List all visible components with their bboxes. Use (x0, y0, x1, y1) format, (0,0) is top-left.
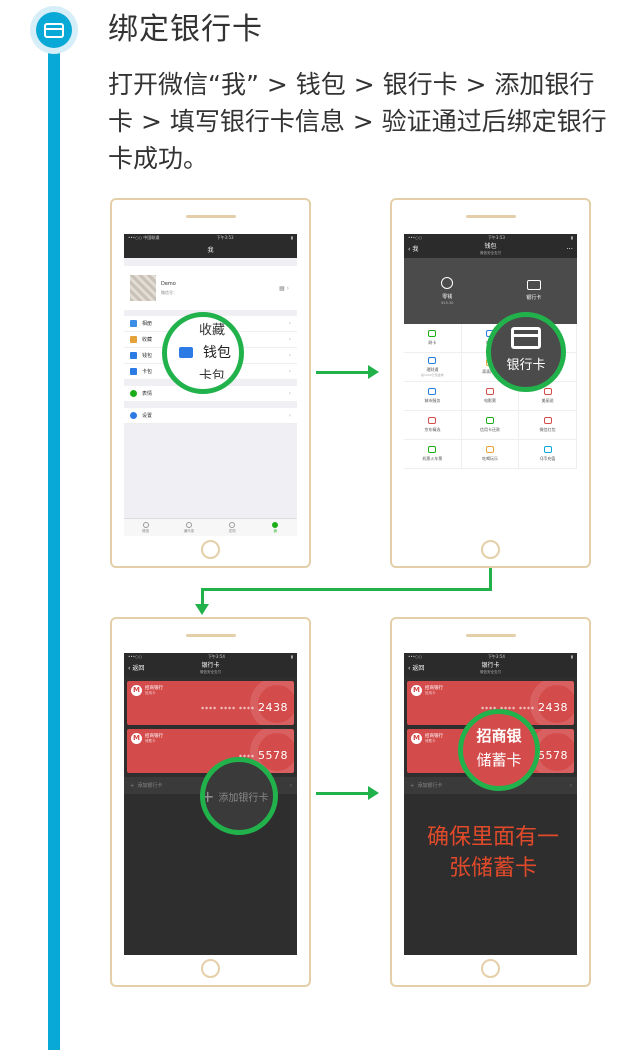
profile-wechat-id: 微信号： (161, 289, 177, 295)
step-badge (30, 6, 78, 54)
compass-icon (229, 521, 236, 528)
service-icon (428, 417, 437, 424)
service-icon (428, 388, 437, 395)
wallet-icon (130, 352, 137, 359)
favorites-icon (130, 336, 137, 343)
timeline-bar (48, 34, 60, 1050)
service-icon (543, 446, 552, 453)
service-icon (485, 446, 494, 453)
wallet-service-item[interactable]: 微信红包 (519, 411, 577, 440)
status-time: 下午3:53 (216, 235, 234, 240)
gear-icon (130, 412, 137, 419)
arrow-right-2 (316, 792, 368, 795)
wallet-service-item[interactable]: 京东精选 (404, 411, 462, 440)
wallet-service-item[interactable]: 吃喝玩乐 (461, 440, 520, 469)
nav-title: 钱包 (484, 242, 497, 250)
bank-card-icon (44, 22, 64, 38)
magnifier-debit-card: 招商银 储蓄卡 (458, 709, 540, 791)
home-button (481, 540, 500, 559)
wallet-service-item[interactable]: 机票火车票 (404, 440, 462, 469)
person-icon (272, 521, 279, 528)
service-icon (543, 417, 552, 424)
tab-discover[interactable]: 发现 (211, 519, 254, 536)
phone-wallet-screen: •••○○ 下午3:53 ▮ ‹ 我 钱包 微信安全支付 ··· 零钱 ¥15.30 … (390, 198, 591, 568)
wallet-service-item[interactable]: 理财通 赢1000元现金券 (404, 353, 462, 382)
back-button[interactable]: ‹ 返回 (128, 665, 144, 672)
qr-code-icon[interactable]: ▦ › (279, 285, 289, 292)
phone-debit-card-screen: •••○○下午3:54▮ ‹ 返回 银行卡 微信安全支付 招商银行 信用卡 **… (390, 617, 591, 987)
note-text: 确保里面有一张储蓄卡 (426, 825, 559, 881)
nav-title: 银行卡 (201, 661, 220, 669)
service-icon (485, 417, 494, 424)
more-icon[interactable]: ··· (566, 246, 573, 253)
wallet-service-item[interactable]: 城市服务 (404, 382, 462, 411)
tab-contacts[interactable]: 通讯录 (167, 519, 210, 536)
magnifier-add-card: + 添加银行卡 (200, 757, 278, 835)
service-icon (428, 357, 437, 364)
arrow-elbow (489, 568, 492, 590)
emoji-icon (130, 390, 137, 397)
bank-card-icon (511, 327, 541, 349)
magnifier-bank-card: 银行卡 (486, 312, 566, 392)
profile-row[interactable]: Demo 微信号： ▦ › (124, 266, 297, 310)
plus-icon: + (201, 786, 215, 806)
profile-name: Demo (161, 280, 176, 287)
step-description: 打开微信“我” > 钱包 > 银行卡 > 添加银行卡 > 填写银行卡信息 > 验… (108, 70, 607, 173)
chat-icon (142, 521, 149, 528)
arrow-right-1 (316, 371, 368, 374)
tab-chats[interactable]: 微信 (124, 519, 167, 536)
back-button[interactable]: ‹ 我 (408, 246, 418, 253)
bank-card-credit[interactable]: 招商银行 信用卡 **** **** ****2438 (127, 681, 294, 725)
phone-me-screen: •••○○ 中国联通 下午3:53 ▮ 我 Demo 微信号： ▦ › 相册 › 收藏 ›… (110, 198, 311, 568)
service-icon (485, 388, 494, 395)
cmb-logo-icon (131, 733, 142, 744)
step-title: 绑定银行卡 (108, 12, 263, 47)
wallet-change[interactable]: 零钱 ¥15.30 (404, 258, 491, 324)
bank-card-icon (526, 280, 541, 290)
wallet-service-item[interactable]: 信用卡还款 (461, 411, 520, 440)
service-icon (428, 330, 437, 337)
contacts-icon (185, 521, 192, 528)
tab-me[interactable]: 我 (254, 519, 297, 536)
card-pack-icon (130, 368, 137, 375)
album-icon (130, 320, 137, 327)
menu-item-settings[interactable]: 设置 › (124, 408, 297, 424)
avatar (130, 275, 156, 301)
bank-card-debit[interactable]: 招商银行 储蓄卡 ****5578 (127, 729, 294, 773)
magnifier-wallet: 收藏 钱包 卡包 (162, 312, 244, 394)
status-carrier: •••○○ 中国联通 (128, 235, 160, 240)
wallet-service-item[interactable]: 刷卡 (404, 324, 462, 353)
cmb-logo-icon (411, 733, 422, 744)
home-button (201, 540, 220, 559)
phone-bank-cards-screen: •••○○下午3:54▮ ‹ 返回 银行卡 微信安全支付 招商银行 信用卡 **… (110, 617, 311, 987)
cmb-logo-icon (411, 685, 422, 696)
coin-icon (441, 277, 454, 289)
cmb-logo-icon (131, 685, 142, 696)
home-button (201, 959, 220, 978)
nav-title: 我 (207, 247, 214, 254)
service-icon (543, 388, 552, 395)
service-icon (428, 446, 437, 453)
back-button[interactable]: ‹ 返回 (408, 665, 424, 672)
nav-title: 银行卡 (481, 661, 500, 669)
home-button (481, 959, 500, 978)
wallet-icon (179, 346, 193, 358)
wallet-service-item[interactable]: Q币充值 (519, 440, 577, 469)
